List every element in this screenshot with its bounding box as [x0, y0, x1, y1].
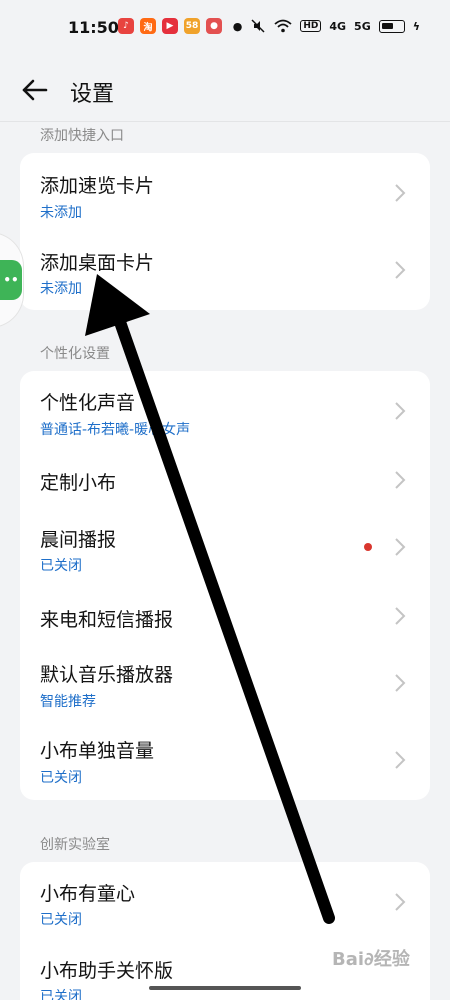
- chevron-right-icon: [395, 538, 406, 556]
- video-app-icon: ▶: [162, 18, 178, 34]
- chevron-right-icon: [395, 751, 406, 769]
- header: 设置: [0, 58, 450, 122]
- item-subtitle: 已关闭: [40, 770, 82, 786]
- signal-5g-icon: 5G: [354, 19, 371, 33]
- personal-settings-card: 个性化声音 普通话-布若曦-暖心女声 定制小布 晨间播报 已关闭 来电和短信播报…: [20, 371, 430, 800]
- item-title: 小布单独音量: [40, 740, 155, 762]
- item-title: 定制小布: [40, 472, 117, 494]
- section-title-quick: 添加快捷入口: [40, 128, 124, 144]
- section-title-lab: 创新实验室: [40, 837, 110, 853]
- chevron-right-icon: [395, 471, 406, 489]
- status-bar: 11:50 ♪ 淘 ▶ 58 ● ● HD 4G 5G ϟ: [0, 0, 450, 58]
- item-subtitle: 已关闭: [40, 558, 82, 574]
- chevron-right-icon: [395, 402, 406, 420]
- battery-icon: [378, 19, 405, 33]
- signal-4g-icon: 4G: [329, 19, 347, 33]
- item-title: 小布助手关怀版: [40, 960, 174, 982]
- back-arrow-icon[interactable]: [20, 76, 50, 104]
- floating-ball-handle[interactable]: ••: [0, 260, 22, 300]
- status-indicators: ● HD 4G 5G ϟ: [233, 18, 420, 34]
- settings-item-call-sms[interactable]: 来电和短信播报: [20, 589, 430, 651]
- watermark-logo: Bai∂经验: [332, 949, 410, 970]
- music-app-icon: ♪: [118, 18, 134, 34]
- chevron-right-icon: [395, 607, 406, 625]
- hd-badge: HD: [300, 20, 322, 32]
- settings-item-quick-card[interactable]: 添加速览卡片 未添加: [20, 153, 430, 231]
- settings-item-desktop-card[interactable]: 添加桌面卡片 未添加: [20, 231, 430, 309]
- item-title: 添加速览卡片: [40, 175, 155, 197]
- home-indicator[interactable]: [149, 986, 301, 990]
- item-subtitle: 智能推荐: [40, 694, 96, 710]
- item-subtitle: 未添加: [40, 205, 82, 221]
- header-divider: [0, 121, 450, 122]
- settings-item-voice[interactable]: 个性化声音 普通话-布若曦-暖心女声: [20, 371, 430, 449]
- chevron-right-icon: [395, 893, 406, 911]
- page-title: 设置: [70, 82, 115, 107]
- item-subtitle: 已关闭: [40, 912, 82, 928]
- status-app-icons: ♪ 淘 ▶ 58 ●: [118, 18, 222, 34]
- 58-app-icon: 58: [184, 18, 200, 34]
- settings-item-morning-report[interactable]: 晨间播报 已关闭: [20, 511, 430, 589]
- wifi-icon: [274, 19, 292, 33]
- section-title-personal: 个性化设置: [40, 346, 110, 362]
- item-title: 个性化声音: [40, 392, 136, 414]
- mute-icon: [251, 19, 265, 33]
- chevron-right-icon: [395, 184, 406, 202]
- item-title: 小布有童心: [40, 883, 136, 905]
- more-dots-icon: ••: [3, 273, 19, 287]
- item-title: 默认音乐播放器: [40, 664, 174, 686]
- status-time: 11:50: [68, 18, 119, 37]
- item-subtitle: 普通话-布若曦-暖心女声: [40, 422, 191, 438]
- map-app-icon: ●: [206, 18, 222, 34]
- settings-item-customize[interactable]: 定制小布: [20, 449, 430, 511]
- item-title: 来电和短信播报: [40, 609, 174, 631]
- item-subtitle: 未添加: [40, 281, 82, 297]
- new-badge-dot: [364, 543, 372, 551]
- settings-item-volume[interactable]: 小布单独音量 已关闭: [20, 727, 430, 800]
- item-title: 添加桌面卡片: [40, 252, 155, 274]
- item-title: 晨间播报: [40, 529, 117, 551]
- item-subtitle: 已关闭: [40, 989, 82, 1000]
- dot-icon: ●: [232, 19, 243, 33]
- chevron-right-icon: [395, 261, 406, 279]
- charging-icon: ϟ: [412, 19, 420, 33]
- lab-card: 小布有童心 已关闭 小布助手关怀版 已关闭: [20, 862, 430, 1000]
- settings-item-child-mode[interactable]: 小布有童心 已关闭: [20, 862, 430, 940]
- taobao-app-icon: 淘: [140, 18, 156, 34]
- quick-entry-card: 添加速览卡片 未添加 添加桌面卡片 未添加: [20, 153, 430, 310]
- settings-item-music-player[interactable]: 默认音乐播放器 智能推荐: [20, 651, 430, 727]
- chevron-right-icon: [395, 674, 406, 692]
